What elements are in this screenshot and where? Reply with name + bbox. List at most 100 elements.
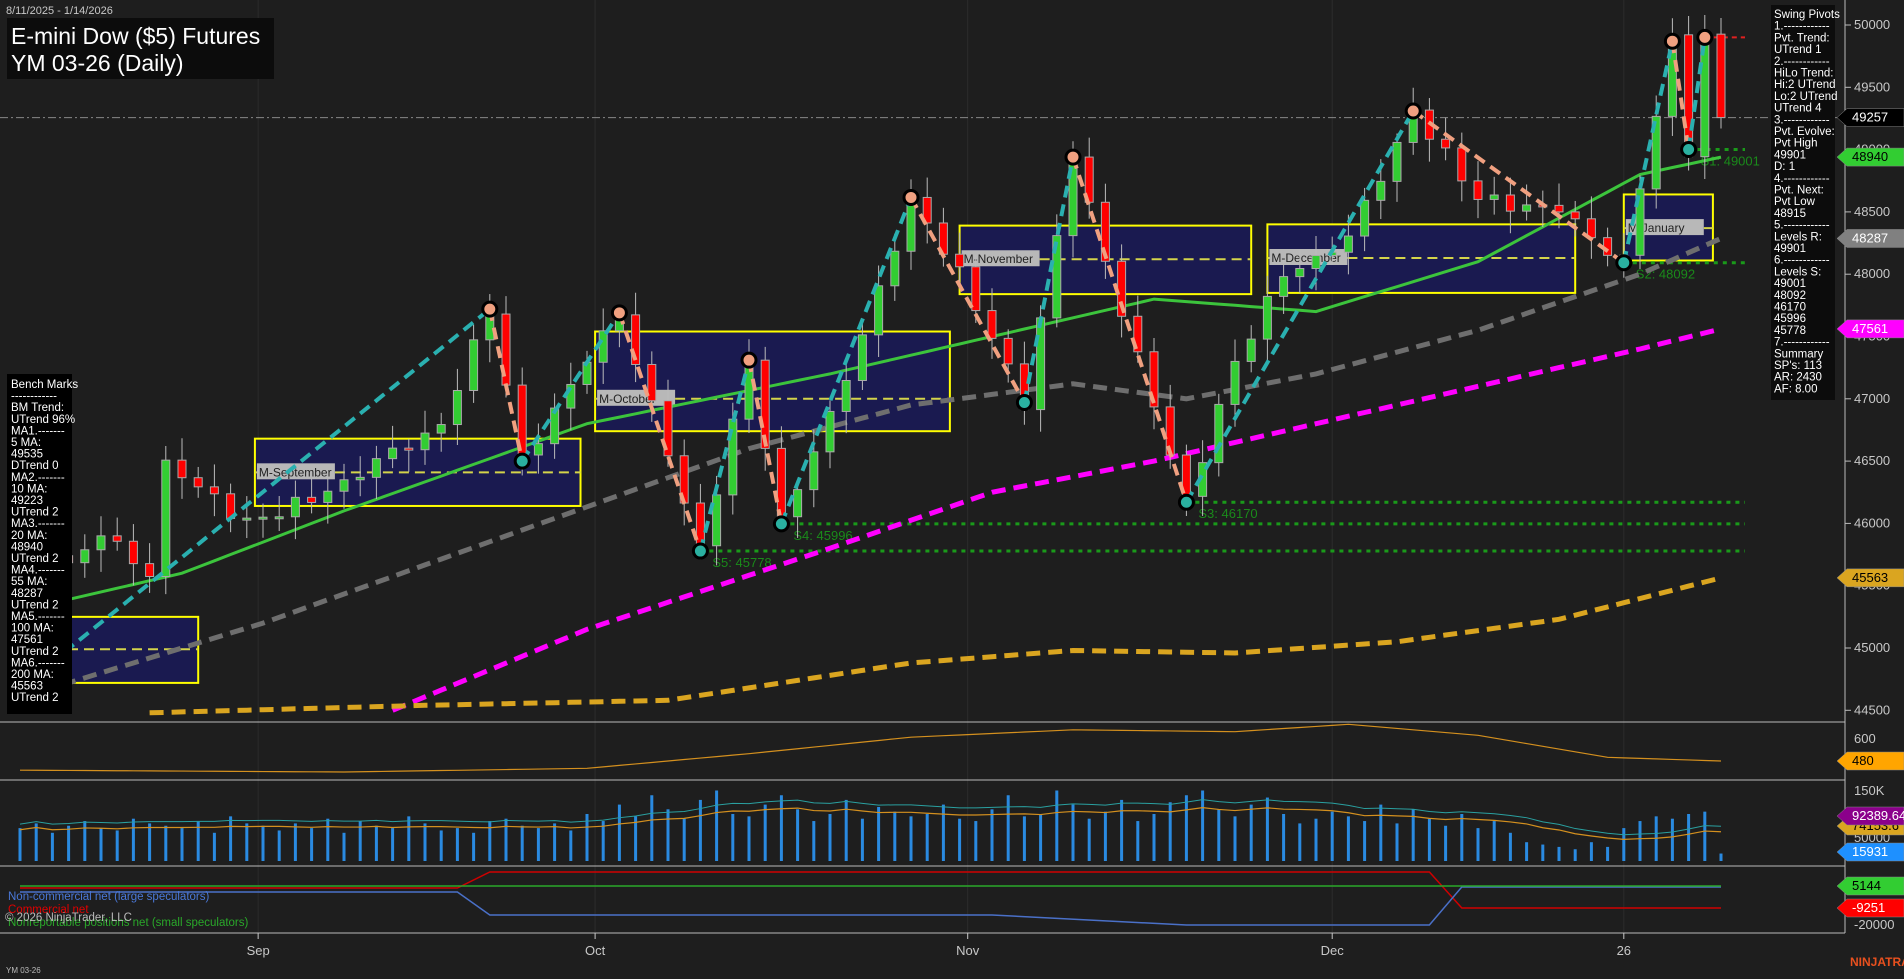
candle-body	[258, 516, 268, 520]
chart: M-SeptemberM-OctoberM-November M-December…	[0, 0, 1904, 979]
y-tick-label: 49500	[1854, 79, 1890, 94]
candle-body	[242, 517, 252, 521]
panel-line: MA2.-------	[11, 472, 65, 484]
panel-line: Pvt Low	[1774, 196, 1816, 208]
panel-line: 45996	[1774, 313, 1806, 325]
swing-high-marker	[1663, 32, 1681, 50]
bench-marks-panel: Bench Marks------------BM Trend:UTrend 9…	[7, 374, 78, 714]
panel-line: 4.------------	[1774, 173, 1830, 185]
panel-line: UTrend 2	[11, 646, 59, 658]
candle-body	[161, 459, 171, 577]
panel-line: ------------	[11, 391, 57, 403]
panel-line: MA5.-------	[11, 611, 65, 623]
candle-body	[112, 535, 122, 542]
candle-body	[1489, 194, 1499, 200]
panel-line: UTrend 2	[11, 507, 59, 519]
osc-tick-label: 600	[1854, 731, 1876, 746]
panel-line: AR: 2430	[1774, 372, 1822, 384]
candle-body	[776, 447, 786, 518]
panel-line: UTrend 4	[1774, 103, 1822, 115]
panel-line: HiLo Trend:	[1774, 68, 1833, 80]
panel-line: 45563	[11, 681, 43, 693]
price-tag: 48940	[1852, 149, 1888, 164]
candle-body	[1473, 180, 1483, 200]
panel-line: 48092	[1774, 290, 1806, 302]
panel-line: Summary	[1774, 348, 1823, 360]
panel-line: 5 MA:	[11, 437, 41, 449]
panel-line: SP's: 113	[1774, 360, 1822, 372]
support-level-label: S5: 45778	[712, 555, 771, 570]
candle-body	[339, 479, 349, 492]
swing-high-marker	[1696, 28, 1714, 46]
panel-line: UTrend 2	[11, 692, 59, 704]
cot-commercial-value: -9251	[1852, 900, 1885, 915]
candle-body	[307, 496, 317, 503]
swing-high-marker	[610, 304, 628, 322]
candle-body	[1343, 235, 1353, 253]
support-level-label: S3: 46170	[1198, 506, 1257, 521]
candle-body	[193, 477, 203, 488]
candle-body	[1246, 338, 1256, 362]
swing-high-marker	[1064, 148, 1082, 166]
chart-subtitle: YM 03-26 (Daily)	[11, 50, 184, 76]
x-tick-label: Oct	[585, 943, 606, 958]
candle[interactable]	[161, 445, 171, 595]
panel-line: 48915	[1774, 208, 1806, 220]
panel-line: 2.------------	[1774, 56, 1830, 68]
candle-body	[177, 459, 187, 479]
candle-body	[1279, 276, 1289, 297]
swing-high-marker	[740, 351, 758, 369]
candle-body	[825, 410, 835, 453]
candle-body	[420, 432, 430, 451]
y-tick-label: 47000	[1854, 391, 1890, 406]
candle-body	[1262, 295, 1272, 340]
support-level-label: S2: 48092	[1636, 267, 1695, 282]
copyright: © 2026 NinjaTrader, LLC	[5, 912, 132, 924]
panel-line: BM Trend:	[11, 402, 64, 414]
candle-body	[128, 540, 138, 565]
panel-line: 49901	[1774, 149, 1806, 161]
panel-line: MA4.-------	[11, 565, 65, 577]
swing-high-marker	[481, 300, 499, 318]
panel-line: Pvt. Trend:	[1774, 32, 1830, 44]
price-tag: 48287	[1852, 230, 1888, 245]
swing-low-marker	[1615, 254, 1633, 272]
price-tag: 45563	[1852, 570, 1888, 585]
panel-line: 20 MA:	[11, 530, 47, 542]
panel-line: 7.------------	[1774, 337, 1830, 349]
panel-line: MA3.-------	[11, 518, 65, 530]
candle-body	[874, 285, 884, 336]
panel-line: UTrend 2	[11, 599, 59, 611]
candle[interactable]	[1716, 18, 1726, 129]
y-tick-label: 48000	[1854, 266, 1890, 281]
candle-body	[1295, 268, 1305, 278]
support-level-label: S4: 45996	[793, 528, 852, 543]
candle-body	[274, 516, 284, 520]
swing-pivots-panel: Swing Pivots1.------------Pvt. Trend:UTr…	[1771, 5, 1840, 400]
candle-body	[533, 443, 543, 456]
y-tick-label: 48500	[1854, 204, 1890, 219]
x-tick-label: Sep	[247, 943, 270, 958]
candle-body	[209, 486, 219, 495]
panel-line: Lo:2 UTrend	[1774, 91, 1838, 103]
candle-body	[955, 253, 965, 268]
candle-body	[1522, 204, 1532, 212]
panel-line: MA6.-------	[11, 657, 65, 669]
panel-line: Swing Pivots	[1774, 9, 1840, 21]
candle-body	[452, 390, 462, 426]
panel-line: 6.------------	[1774, 255, 1830, 267]
panel-line: AF: 8.00	[1774, 383, 1817, 395]
candle-body	[371, 458, 381, 478]
candle[interactable]	[1635, 175, 1645, 270]
candle-body	[80, 549, 90, 564]
panel-line: 48287	[11, 588, 43, 600]
price-tag: 47561	[1852, 321, 1888, 336]
volume-value: 15931	[1852, 844, 1888, 859]
candle-body	[1716, 33, 1726, 119]
swing-low-marker	[772, 515, 790, 533]
panel-line: UTrend 96%	[11, 414, 75, 426]
panel-line: 45778	[1774, 325, 1806, 337]
x-tick-label: 26	[1617, 943, 1631, 958]
candle-body	[1392, 141, 1402, 182]
candle-body	[355, 476, 365, 481]
